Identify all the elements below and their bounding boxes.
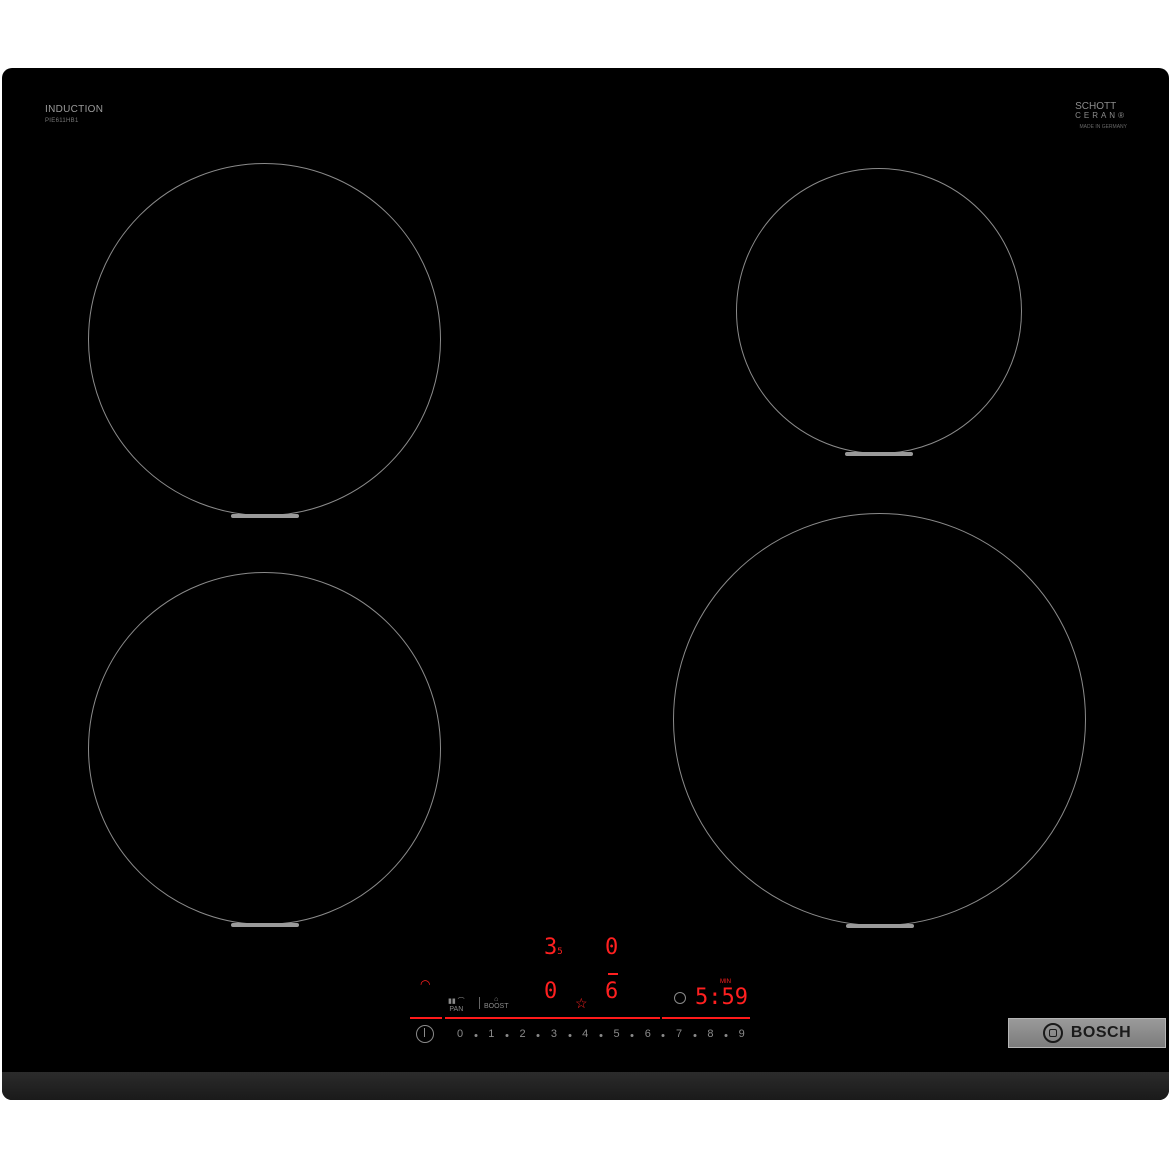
schott-text: SCHOTT bbox=[1075, 101, 1117, 112]
scale-number-6[interactable]: 6 bbox=[645, 1028, 651, 1040]
scale-half-step-dot[interactable] bbox=[693, 1034, 697, 1037]
scale-number-8[interactable]: 8 bbox=[707, 1028, 713, 1040]
scale-number-5[interactable]: 5 bbox=[613, 1028, 619, 1040]
scale-half-step-dot[interactable] bbox=[630, 1034, 634, 1037]
scale-number-3[interactable]: 3 bbox=[551, 1028, 557, 1040]
scale-number-1[interactable]: 1 bbox=[488, 1028, 494, 1040]
zone-marker bbox=[845, 452, 913, 456]
timer-display: 5:59 bbox=[695, 985, 748, 1010]
scale-number-0[interactable]: 0 bbox=[457, 1028, 463, 1040]
cooking-zone-rear-left[interactable] bbox=[88, 163, 441, 518]
scale-half-step-dot[interactable] bbox=[661, 1034, 665, 1037]
cooktop: INDUCTION PIE611HB1 SCHOTT CERAN® MADE I… bbox=[2, 68, 1169, 1100]
timer-hint: MIN bbox=[720, 979, 731, 985]
front-right-level-display: 6 bbox=[605, 979, 619, 1004]
timer-clock-icon[interactable] bbox=[674, 992, 686, 1004]
scale-number-4[interactable]: 4 bbox=[582, 1028, 588, 1040]
ceran-text: CERAN bbox=[1075, 111, 1119, 120]
scale-half-step-dot[interactable] bbox=[599, 1034, 603, 1037]
level-slider-line-left[interactable] bbox=[445, 1017, 660, 1019]
cooking-zone-front-left[interactable] bbox=[88, 572, 441, 927]
induction-label: INDUCTION bbox=[45, 104, 104, 115]
boost-button[interactable]: ⌂ BOOST bbox=[484, 996, 509, 1010]
schott-ceran-logo: SCHOTT CERAN® MADE IN GERMANY bbox=[1075, 102, 1127, 132]
scale-number-9[interactable]: 9 bbox=[739, 1028, 745, 1040]
scale-half-step-dot[interactable] bbox=[505, 1034, 509, 1037]
scale-half-step-dot[interactable] bbox=[536, 1034, 540, 1037]
boost-indicator-bar bbox=[608, 973, 618, 975]
wifi-icon[interactable]: ◠ bbox=[420, 977, 430, 991]
level-slider-line-right[interactable] bbox=[662, 1017, 750, 1019]
divider bbox=[479, 997, 480, 1009]
zone-marker bbox=[845, 924, 914, 928]
scale-half-step-dot[interactable] bbox=[474, 1034, 478, 1037]
zone-marker bbox=[230, 514, 299, 518]
scale-half-step-dot[interactable] bbox=[724, 1034, 728, 1037]
reg-mark: ® bbox=[1118, 111, 1127, 120]
bosch-badge: BOSCH bbox=[1008, 1018, 1166, 1048]
rear-left-level-display: 35 bbox=[544, 935, 563, 960]
zone-marker bbox=[230, 923, 299, 927]
pan-detection-icon[interactable]: ▮▮ ⌒ PAN bbox=[448, 996, 465, 1013]
model-number: PIE611HB1 bbox=[45, 118, 79, 124]
power-button[interactable] bbox=[416, 1025, 434, 1043]
cooking-zone-rear-right[interactable] bbox=[736, 168, 1022, 456]
power-control-line bbox=[410, 1017, 442, 1019]
product-label: INDUCTION PIE611HB1 bbox=[45, 104, 103, 124]
rear-right-level-display: 0 bbox=[605, 935, 619, 960]
scale-number-2[interactable]: 2 bbox=[520, 1028, 526, 1040]
bottom-frame bbox=[2, 1072, 1169, 1100]
cooking-zone-front-right[interactable] bbox=[673, 513, 1086, 928]
schott-subtext: MADE IN GERMANY bbox=[1079, 124, 1127, 130]
bosch-logo-icon bbox=[1042, 1023, 1063, 1043]
favourite-star-icon[interactable]: ☆ bbox=[575, 995, 588, 1012]
scale-number-7[interactable]: 7 bbox=[676, 1028, 682, 1040]
scale-half-step-dot[interactable] bbox=[568, 1034, 572, 1037]
bosch-brand-text: BOSCH bbox=[1070, 1024, 1132, 1041]
front-left-level-display: 0 bbox=[544, 979, 558, 1004]
